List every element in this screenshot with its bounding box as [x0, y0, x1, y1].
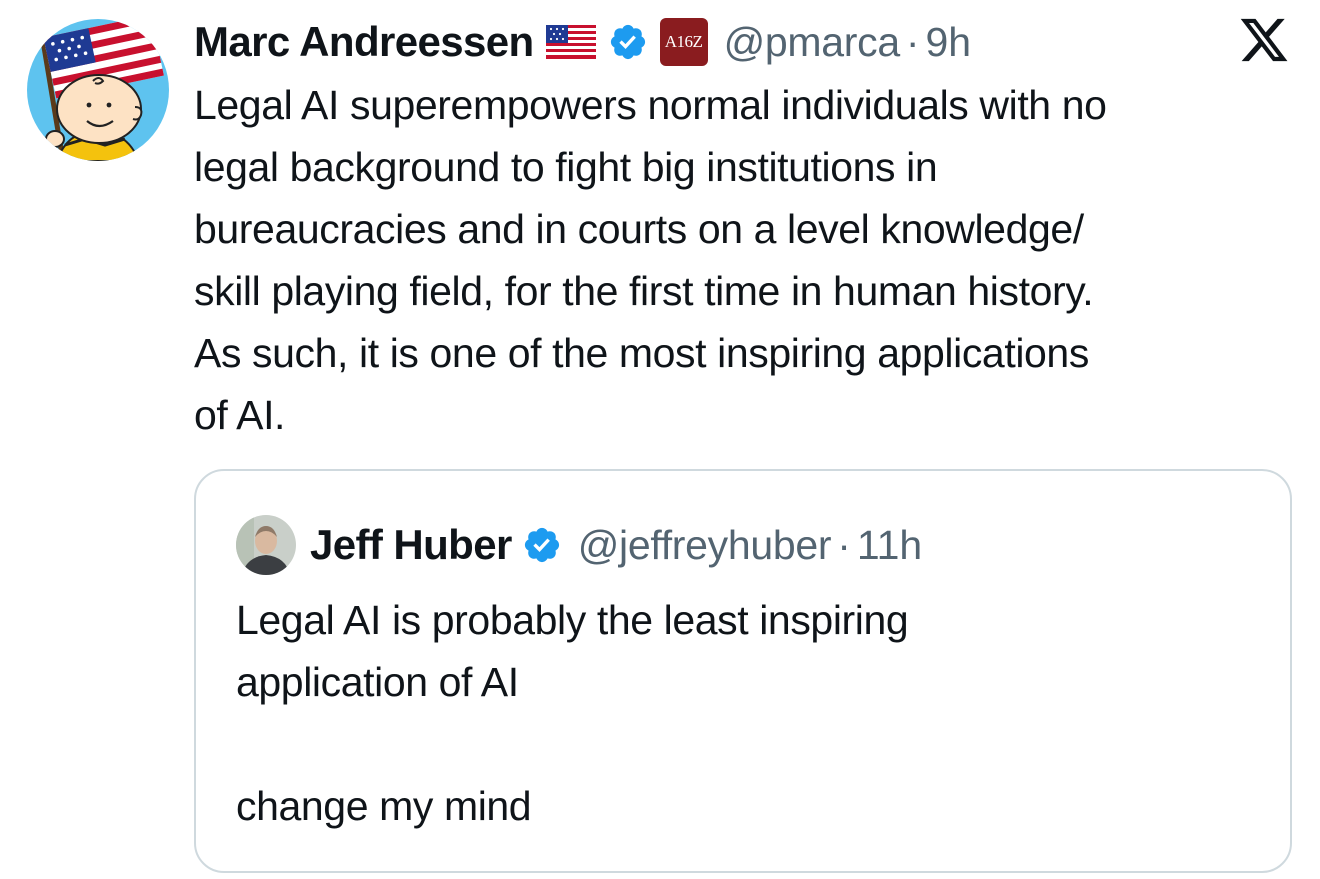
- us-flag-icon: [545, 25, 596, 59]
- verified-badge-icon: [522, 525, 562, 565]
- tweet-time[interactable]: 9h: [925, 19, 971, 66]
- quoted-tweet-text: Legal AI is probably the least inspiring…: [236, 597, 909, 829]
- x-logo-icon[interactable]: [1238, 14, 1290, 66]
- tweet-text: Legal AI superempowers normal individual…: [194, 82, 1107, 438]
- verified-badge-icon[interactable]: [608, 22, 648, 62]
- tweet-header: Marc Andreessen A16Z @pmarca · 9h: [194, 14, 971, 70]
- quoted-tweet-header: Jeff Huber @jeffreyhuber · 11h: [236, 515, 922, 575]
- separator-dot: ·: [905, 18, 920, 65]
- author-handle[interactable]: @pmarca: [724, 19, 901, 66]
- quoted-tweet-card[interactable]: Jeff Huber @jeffreyhuber · 11h Legal AI …: [194, 469, 1292, 873]
- separator-dot: ·: [837, 521, 851, 568]
- a16z-affiliate-badge[interactable]: A16Z: [659, 18, 708, 66]
- author-name[interactable]: Marc Andreessen: [194, 18, 534, 66]
- quoted-tweet-time: 11h: [856, 521, 923, 568]
- tweet[interactable]: Marc Andreessen A16Z @pmarca · 9h Legal …: [0, 0, 1320, 879]
- quoted-author-avatar[interactable]: [236, 515, 296, 575]
- author-avatar[interactable]: [27, 19, 169, 161]
- quoted-author-handle: @jeffreyhuber: [577, 521, 832, 568]
- quoted-author-name: Jeff Huber: [310, 521, 512, 568]
